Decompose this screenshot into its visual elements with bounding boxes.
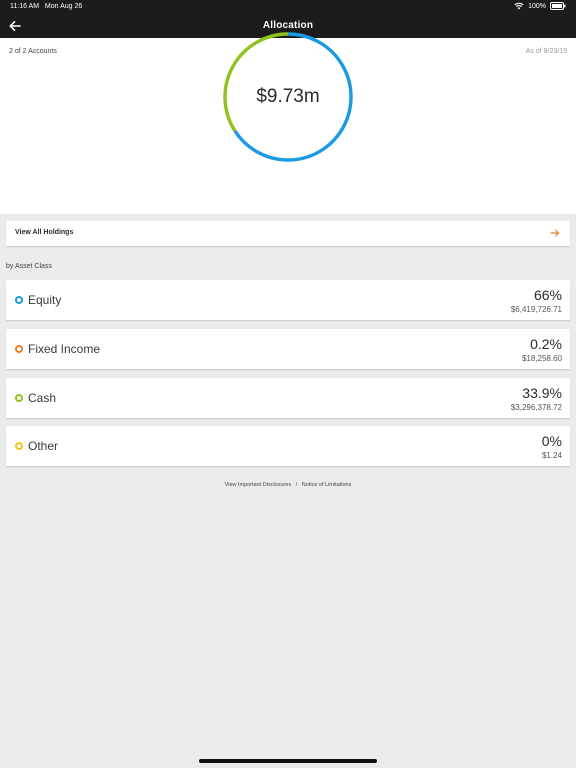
asset-name: Fixed Income <box>28 342 101 356</box>
cash-dot-icon <box>15 394 23 402</box>
notice-of-limitations-link[interactable]: Notice of Limitations <box>302 482 352 488</box>
link-separator: / <box>295 482 298 488</box>
battery-icon <box>550 2 566 10</box>
asset-name: Other <box>28 439 59 453</box>
footer-links: View Important Disclosures / Notice of L… <box>0 482 576 488</box>
total-value: $9.73m <box>256 86 320 107</box>
asset-percent: 0.2% <box>530 336 562 352</box>
status-clock: 11:16 AM <box>10 3 40 10</box>
asset-name: Cash <box>28 391 57 405</box>
asset-name: Equity <box>28 293 62 307</box>
as-of-date: As of 8/23/19 <box>525 48 567 55</box>
status-date: Mon Aug 26 <box>44 3 83 10</box>
asset-amount: $6,419,726.71 <box>510 305 562 314</box>
asset-percent: 66% <box>533 287 562 303</box>
view-all-holdings-label: View All Holdings <box>15 229 74 236</box>
equity-dot-icon <box>15 296 23 304</box>
asset-amount: $1.24 <box>541 451 562 460</box>
important-disclosures-link[interactable]: View Important Disclosures <box>225 482 292 488</box>
fixed-income-dot-icon <box>15 345 23 353</box>
asset-amount: $18,258.60 <box>521 354 562 363</box>
asset-row-other[interactable]: Other 0% $1.24 <box>6 426 570 466</box>
arrow-right-icon <box>550 229 560 237</box>
asset-row-equity[interactable]: Equity 66% $6,419,726.71 <box>6 280 570 320</box>
asset-row-fixed-income[interactable]: Fixed Income 0.2% $18,258.60 <box>6 329 570 369</box>
wifi-icon <box>514 2 524 10</box>
status-indicators: 100% <box>514 2 566 10</box>
status-time: 11:16 AM Mon Aug 26 <box>10 3 82 10</box>
asset-percent: 33.9% <box>522 385 562 401</box>
accounts-selector[interactable]: 2 of 2 Accounts <box>9 48 57 55</box>
other-dot-icon <box>15 442 23 450</box>
page-title: Allocation <box>262 20 314 31</box>
asset-percent: 0% <box>541 433 562 449</box>
section-label: by Asset Class <box>6 263 52 270</box>
view-all-holdings-button[interactable]: View All Holdings <box>6 221 570 246</box>
asset-row-cash[interactable]: Cash 33.9% $3,296,378.72 <box>6 378 570 418</box>
battery-percent: 100% <box>528 2 546 10</box>
asset-amount: $3,296,378.72 <box>510 403 562 412</box>
home-indicator <box>199 759 377 763</box>
